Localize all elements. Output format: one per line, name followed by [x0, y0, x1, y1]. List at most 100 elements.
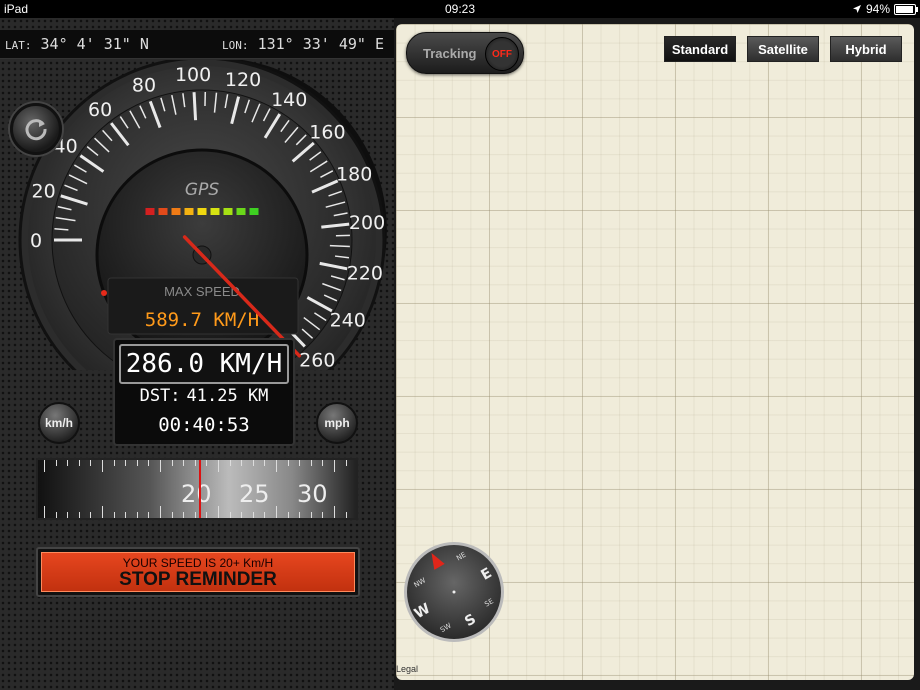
- compass[interactable]: S E W NE SE SW NW: [403, 541, 505, 643]
- ruler-tick: [218, 506, 219, 518]
- ruler-tick: [125, 460, 127, 466]
- current-speed: 286.0 KM/H: [119, 344, 289, 384]
- refresh-icon: [25, 119, 47, 141]
- ruler-tick: [264, 512, 266, 518]
- max-speed-label: MAX SPEED: [164, 284, 240, 299]
- max-speed-value: 589.7 KM/H: [145, 309, 259, 331]
- compass-center: [452, 590, 456, 594]
- ruler-label: 30: [297, 480, 328, 508]
- ruler-tick: [194, 460, 196, 466]
- ruler-tick: [287, 512, 289, 518]
- ruler-tick: [345, 512, 347, 518]
- battery-fill: [896, 5, 913, 13]
- speed-ruler[interactable]: 20 25 30: [36, 458, 358, 520]
- kmh-button[interactable]: km/h: [38, 402, 80, 444]
- ruler-tick: [160, 460, 161, 472]
- ruler-tick: [194, 512, 196, 518]
- ruler-tick: [241, 512, 243, 518]
- mph-button[interactable]: mph: [316, 402, 358, 444]
- ruler-tick: [90, 460, 92, 466]
- ruler-tick: [90, 512, 92, 518]
- ruler-tick: [276, 460, 277, 472]
- gps-logo: GPS: [185, 180, 219, 200]
- ruler-tick: [357, 460, 358, 466]
- ruler-tick: [102, 460, 103, 472]
- distance-label: DST:: [139, 386, 181, 406]
- ruler-tick: [136, 512, 138, 518]
- ruler-tick: [183, 460, 185, 466]
- gauge-scale-label: 60: [88, 99, 112, 121]
- max-indicator-light: [101, 290, 107, 296]
- ruler-tick: [287, 460, 289, 466]
- ruler-tick: [67, 512, 69, 518]
- ruler-tick: [148, 460, 150, 466]
- signal-led: [249, 208, 259, 215]
- gauge-scale-label: 240: [330, 310, 366, 332]
- ruler-tick: [113, 512, 115, 518]
- lon-value: 131° 33' 49" E: [257, 35, 384, 53]
- ruler-tick: [252, 460, 254, 466]
- gauge-scale-label: 260: [299, 349, 335, 370]
- ruler-tick: [241, 460, 243, 466]
- ruler-tick: [334, 506, 335, 518]
- ruler-marker: [199, 460, 201, 518]
- ruler-tick: [148, 512, 150, 518]
- map-type-satellite[interactable]: Satellite: [747, 36, 819, 62]
- clock: 09:23: [444, 2, 476, 16]
- ruler-tick: [310, 512, 312, 518]
- reset-button[interactable]: [10, 103, 62, 155]
- signal-led: [210, 208, 220, 215]
- tracking-switch[interactable]: OFF: [485, 37, 519, 71]
- map-type-standard[interactable]: Standard: [664, 36, 736, 62]
- ruler-tick: [136, 460, 138, 466]
- ruler-tick: [345, 460, 347, 466]
- speed-readout: 286.0 KM/H DST: 41.25 KM 00:40:53: [113, 338, 295, 446]
- gauge-scale-label: 120: [225, 69, 261, 91]
- ruler-label: 25: [239, 480, 270, 508]
- longitude: LON: 131° 33' 49" E: [222, 35, 384, 53]
- tracking-state: OFF: [492, 48, 512, 60]
- gauge-scale-label: 220: [347, 262, 383, 284]
- speedometer-gauge: 020406080 100 120140160180200220240260 GPS…: [18, 60, 387, 370]
- ruler-tick: [113, 460, 115, 466]
- battery-icon: [894, 3, 918, 15]
- distance-value: 41.25 KM: [186, 386, 269, 406]
- elapsed-time: 00:40:53: [158, 414, 250, 436]
- map-type-hybrid[interactable]: Hybrid: [830, 36, 902, 62]
- ruler-tick: [357, 512, 358, 518]
- ruler-tick: [322, 512, 324, 518]
- ruler-label: 20: [181, 480, 212, 508]
- ruler-tick: [78, 512, 80, 518]
- ruler-tick: [55, 512, 57, 518]
- latitude: LAT: 34° 4' 31" N: [5, 35, 149, 53]
- legal-link[interactable]: Legal: [396, 664, 418, 674]
- signal-led: [236, 208, 246, 215]
- gauge-scale-label: 160: [309, 121, 345, 143]
- ruler-tick: [67, 460, 69, 466]
- signal-led: [158, 208, 168, 215]
- lat-value: 34° 4' 31" N: [40, 35, 149, 53]
- gauge-tick: [329, 244, 350, 248]
- stop-reminder-button[interactable]: YOUR SPEED IS 20+ Km/H STOP REMINDER: [36, 547, 360, 597]
- tracking-toggle[interactable]: Tracking OFF: [406, 32, 524, 74]
- signal-leds: [145, 208, 259, 215]
- ruler-tick: [206, 512, 208, 518]
- signal-led: [223, 208, 233, 215]
- signal-led: [145, 208, 155, 215]
- status-right: 94%: [852, 2, 918, 16]
- gauge-tick: [54, 228, 69, 231]
- ruler-tick: [276, 506, 277, 518]
- gauge-scale-label: 100: [175, 64, 211, 86]
- ruler-tick: [264, 460, 266, 466]
- ruler-tick: [44, 460, 45, 472]
- ruler-tick: [334, 460, 335, 472]
- ruler-tick: [252, 512, 254, 518]
- gauge-scale-label: 200: [349, 212, 385, 234]
- ruler-tick: [310, 460, 312, 466]
- battery-percent: 94%: [865, 2, 890, 16]
- ruler-tick: [229, 512, 231, 518]
- ruler-tick: [55, 460, 57, 466]
- signal-led: [184, 208, 194, 215]
- tracking-label: Tracking: [423, 46, 477, 61]
- ruler-tick: [102, 506, 103, 518]
